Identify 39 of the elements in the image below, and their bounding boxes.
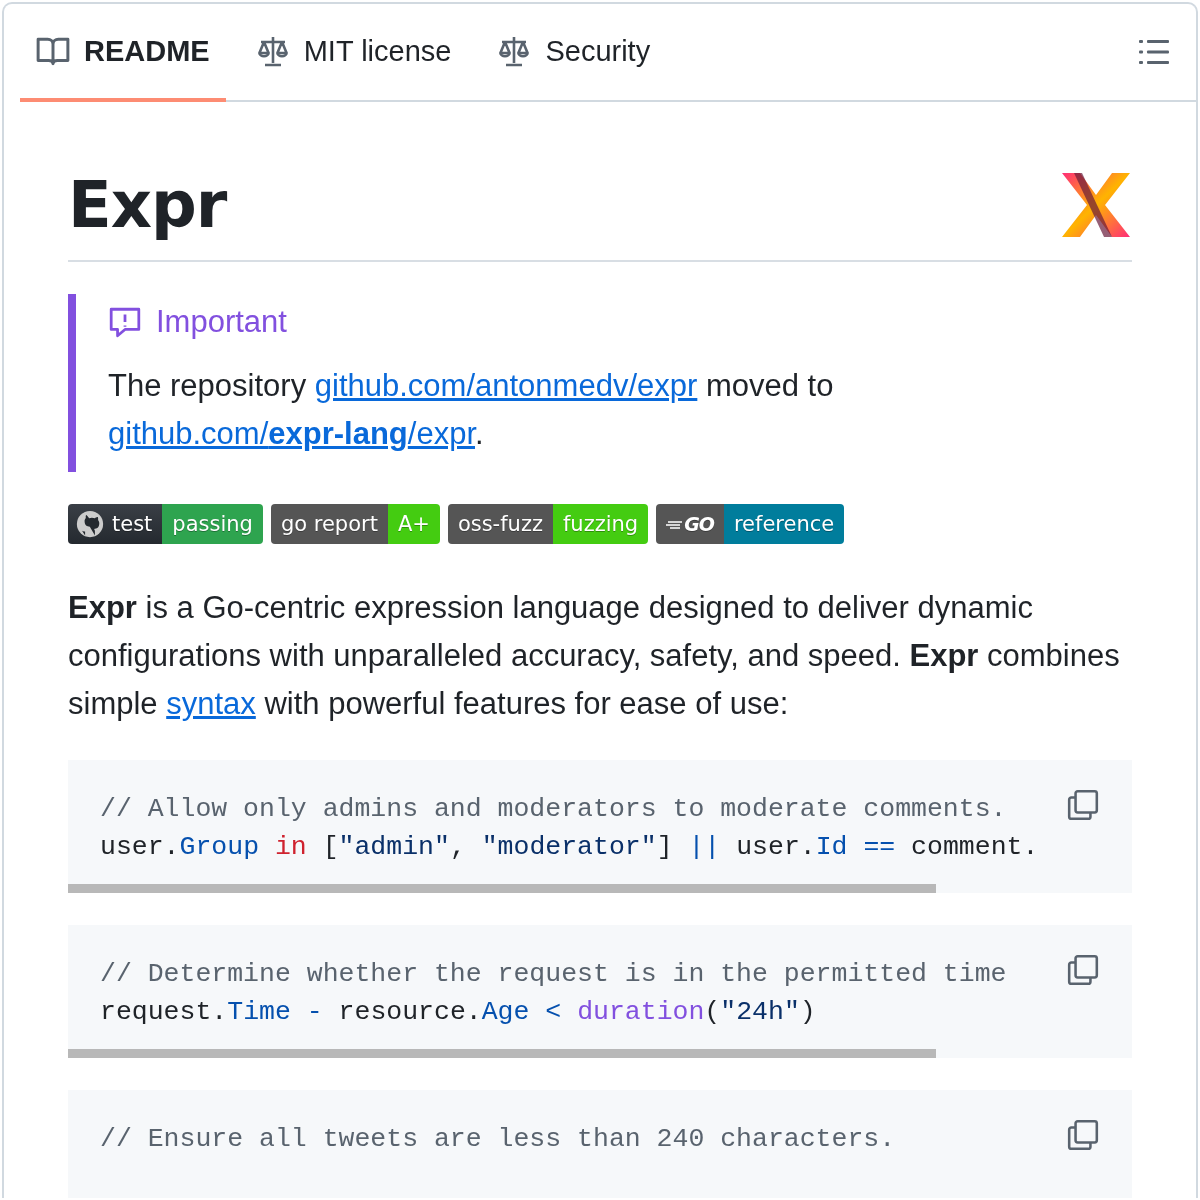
badge-label: oss-fuzz <box>447 504 553 544</box>
intro-paragraph: Expr is a Go-centric expression language designed to deliver dynamic configurations with unparalleled accuracy, safety, and speed. Expr combines simple syntax with powerful features for ease of use: <box>68 589 1121 723</box>
badge-value: A+ <box>387 504 440 544</box>
book-icon <box>36 36 70 66</box>
menu-icon[interactable] <box>1139 39 1169 65</box>
code-line: // Determine whether the request is in the permitted time <box>100 958 1007 991</box>
scrollbar[interactable] <box>68 884 936 893</box>
alert-text: The repository github.com/antonmedv/expr moved to github.com/expr-lang/expr. <box>108 367 835 453</box>
badge-value: passing <box>162 504 263 544</box>
code-line: request.Time - resource.Age < duration("24h") <box>100 996 816 1029</box>
code-line: // Ensure all tweets are less than 240 characters. <box>100 1123 896 1156</box>
status-badge[interactable]: oss-fuzz fuzzing <box>447 504 649 544</box>
scrollbar[interactable] <box>68 1049 936 1058</box>
scale-icon <box>255 35 290 67</box>
link[interactable]: syntax <box>166 686 256 721</box>
tab[interactable]: README <box>20 4 226 102</box>
status-badge[interactable]: GO reference <box>656 504 845 544</box>
link[interactable]: github.com/expr-lang/expr <box>108 416 475 451</box>
alert-title: Important <box>156 304 287 340</box>
badge-value: fuzzing <box>552 504 649 544</box>
tab[interactable]: Security <box>481 4 667 102</box>
badge-label: go report <box>270 504 388 544</box>
code-line: user.Group in ["admin", "moderator"] || user.Id == comment. <box>100 831 1039 864</box>
link[interactable]: github.com/antonmedv/expr <box>314 368 698 403</box>
badge-value: reference <box>723 504 845 544</box>
code-line: // Allow only admins and moderators to moderate comments. <box>100 793 1007 826</box>
copy-icon[interactable] <box>1066 953 1100 987</box>
status-badge[interactable]: go report A+ <box>270 504 440 544</box>
alert-icon <box>108 305 142 339</box>
copy-icon[interactable] <box>1066 1118 1100 1152</box>
tab[interactable]: MIT license <box>239 4 468 102</box>
go-logo: GO <box>656 504 724 544</box>
scale-icon <box>497 35 532 67</box>
github-icon <box>76 510 104 538</box>
copy-icon[interactable] <box>1066 788 1100 822</box>
badge-label: test <box>68 504 163 544</box>
readme-title: Expr <box>68 168 227 242</box>
logo <box>1060 171 1132 239</box>
status-badge[interactable]: test passing <box>68 504 263 544</box>
